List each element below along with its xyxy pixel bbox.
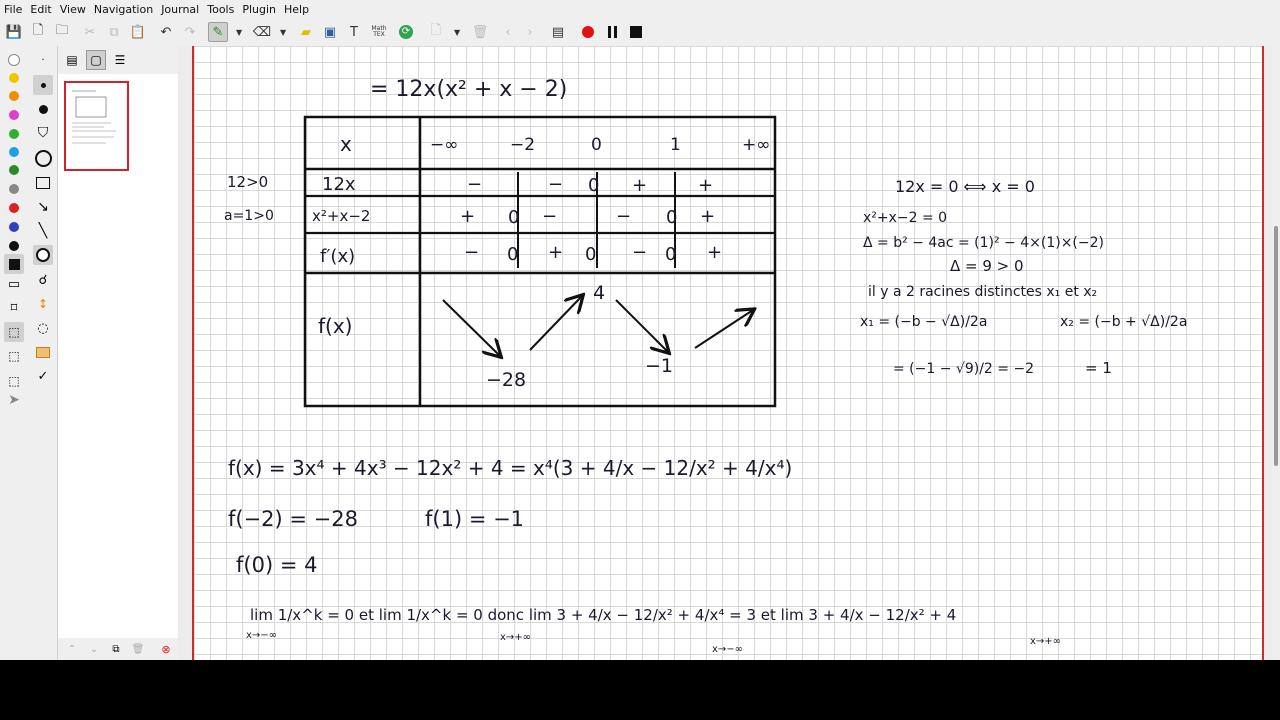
note-f-0: f(0) = 4 — [236, 553, 317, 577]
sign-r3-4: 0 — [585, 244, 596, 265]
table-x-header: x — [340, 132, 352, 156]
lim-sub-2: x→+∞ — [500, 632, 531, 643]
note-x1-value: = (−1 − √9)/2 = −2 — [893, 361, 1034, 377]
row-label-quadratic: x²+x−2 — [312, 207, 370, 225]
sign-r2-3: − — [542, 206, 557, 227]
lim-sub-3: x→−∞ — [712, 644, 743, 655]
side-note-a-positive: a=1>0 — [224, 208, 274, 224]
note-x2-formula: x₂ = (−b + √Δ)/2a — [1060, 314, 1187, 330]
x-value-minus-inf: −∞ — [430, 135, 458, 155]
row-label-derivative: f′(x) — [320, 246, 355, 267]
sign-r3-2: 0 — [507, 244, 518, 265]
sign-r2-1: + — [460, 206, 475, 227]
sign-r3-5: − — [632, 242, 647, 263]
row-label-12x: 12x — [322, 174, 356, 195]
variation-table — [303, 115, 777, 408]
sign-r2-6: + — [700, 206, 715, 227]
lim-sub-4: x→+∞ — [1030, 636, 1061, 647]
sign-r2-4: − — [616, 206, 631, 227]
x-value-minus-2: −2 — [510, 135, 535, 155]
sign-r3-1: − — [464, 242, 479, 263]
max-value-4: 4 — [593, 282, 605, 304]
lim-sub-1: x→−∞ — [246, 630, 277, 641]
row-label-f: f(x) — [318, 314, 352, 338]
note-discriminant: Δ = b² − 4ac = (1)² − 4×(1)×(−2) — [863, 235, 1104, 251]
sign-r2-2: 0 — [508, 207, 519, 228]
sign-r1-5: + — [698, 175, 713, 196]
sign-r3-6: 0 — [665, 244, 676, 265]
note-f-1: f(1) = −1 — [425, 507, 524, 531]
variation-arrows — [442, 296, 753, 356]
sign-r1-2: − — [548, 174, 563, 195]
note-quadratic-eq: x²+x−2 = 0 — [863, 210, 947, 226]
sign-r3-7: + — [707, 242, 722, 263]
factorization-line: = 12x(x² + x − 2) — [370, 77, 567, 102]
x-value-plus-inf: +∞ — [742, 135, 770, 155]
min-value-neg28: −28 — [486, 369, 526, 391]
note-two-roots: il y a 2 racines distinctes x₁ et x₂ — [868, 284, 1097, 300]
note-delta-value: Δ = 9 > 0 — [950, 257, 1024, 275]
sign-r2-5: 0 — [666, 207, 677, 228]
note-limits: lim 1/x^k = 0 et lim 1/x^k = 0 donc lim … — [250, 606, 956, 624]
note-x2-value: = 1 — [1085, 359, 1112, 377]
handwritten-notes: = 12x(x² + x − 2) x −∞ −2 0 1 +∞ 12x x²+… — [224, 77, 1187, 655]
note-12x-zero: 12x = 0 ⟺ x = 0 — [895, 177, 1035, 196]
note-f-factorized: f(x) = 3x⁴ + 4x³ − 12x² + 4 = x⁴(3 + 4/x… — [228, 456, 792, 480]
note-x1-formula: x₁ = (−b − √Δ)/2a — [860, 314, 987, 330]
side-note-12-positive: 12>0 — [227, 173, 268, 191]
x-value-1: 1 — [670, 135, 681, 155]
sign-r3-3: + — [548, 242, 563, 263]
sign-r1-4: + — [632, 175, 647, 196]
sign-r1-1: − — [467, 174, 482, 195]
xournal-window: File Edit View Navigation Journal Tools Plugin… — [0, 0, 1280, 660]
sign-r1-3: 0 — [588, 175, 599, 196]
min-value-neg1: −1 — [645, 355, 673, 377]
x-value-0: 0 — [591, 135, 602, 155]
note-f-minus2: f(−2) = −28 — [228, 507, 358, 531]
